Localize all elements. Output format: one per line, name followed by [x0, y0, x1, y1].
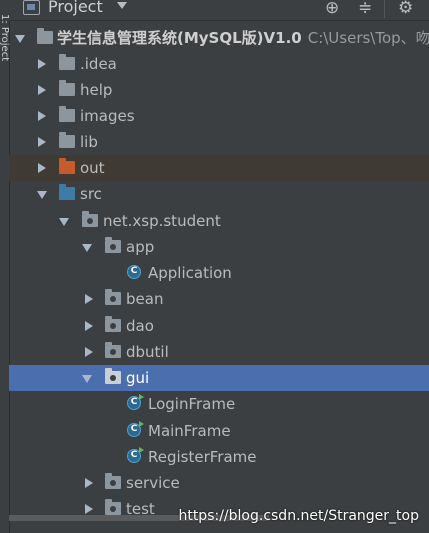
folder-icon	[59, 80, 75, 96]
tree-row-gui[interactable]: gui	[9, 365, 429, 391]
package-icon	[105, 342, 121, 358]
expand-arrow-icon[interactable]	[82, 375, 92, 383]
tree-label-loginframe: LoginFrame	[148, 395, 236, 413]
gear-icon[interactable]: ⚙	[398, 0, 413, 18]
package-icon	[105, 368, 121, 384]
folder-icon	[59, 54, 75, 70]
tree-label-gui: gui	[126, 369, 150, 387]
tree-label-registerframe: RegisterFrame	[148, 448, 257, 466]
expand-arrow-icon[interactable]	[85, 347, 93, 357]
collapse-all-icon[interactable]: ≑	[358, 0, 372, 18]
tree-row-mainframe[interactable]: C MainFrame	[9, 418, 429, 444]
tree-label-mainframe: MainFrame	[148, 422, 231, 440]
expand-arrow-icon[interactable]	[85, 321, 93, 331]
tree-row-src[interactable]: src	[9, 181, 429, 207]
package-icon	[105, 473, 121, 489]
tree-label-dbutil: dbutil	[126, 343, 169, 361]
package-icon	[105, 237, 121, 253]
toolbar-divider	[384, 0, 385, 18]
package-icon	[105, 289, 121, 305]
tree-row-application[interactable]: C Application	[9, 260, 429, 286]
expand-arrow-icon[interactable]	[85, 294, 93, 304]
chevron-down-icon[interactable]	[117, 2, 127, 9]
expand-arrow-icon[interactable]	[38, 85, 46, 95]
expand-arrow-icon[interactable]	[85, 478, 93, 488]
tree-label-help: help	[80, 81, 113, 99]
root-label: 学生信息管理系统(MySQL版)V1.0 C:\Users\Top、吻痕	[57, 25, 429, 51]
expand-arrow-icon[interactable]	[15, 35, 25, 43]
package-icon	[105, 316, 121, 332]
tree-row-out[interactable]: out	[9, 155, 429, 181]
class-icon: C	[127, 265, 141, 279]
project-toolbar: Project ⊕ ≑ ⚙	[9, 0, 429, 21]
excluded-folder-icon	[59, 158, 75, 174]
tree-row-lib[interactable]: lib	[9, 129, 429, 155]
tree-row-service[interactable]: service	[9, 470, 429, 496]
runnable-class-icon: C	[127, 394, 144, 410]
tree-label-package: net.xsp.student	[103, 212, 221, 230]
project-view-icon	[23, 0, 40, 15]
tree-row-package[interactable]: net.xsp.student	[9, 208, 429, 234]
tree-label-dao: dao	[126, 317, 154, 335]
tree-label-bean: bean	[126, 290, 164, 308]
tree-row-loginframe[interactable]: C LoginFrame	[9, 391, 429, 417]
tree-row-dao[interactable]: dao	[9, 313, 429, 339]
locate-icon[interactable]: ⊕	[325, 0, 339, 18]
runnable-class-icon: C	[127, 447, 144, 463]
source-folder-icon	[59, 184, 75, 200]
tree-row-idea[interactable]: .idea	[9, 51, 429, 77]
package-icon	[105, 499, 121, 515]
tree-row-bean[interactable]: bean	[9, 286, 429, 312]
expand-arrow-icon[interactable]	[38, 111, 46, 121]
tree-label-application: Application	[148, 264, 232, 282]
root-path: C:\Users\Top、吻痕	[307, 29, 429, 47]
module-folder-icon	[37, 28, 53, 44]
tree-row-root[interactable]: 学生信息管理系统(MySQL版)V1.0 C:\Users\Top、吻痕	[9, 25, 429, 51]
package-icon	[82, 211, 98, 227]
folder-icon	[59, 106, 75, 122]
root-name: 学生信息管理系统(MySQL版)V1.0	[57, 29, 302, 47]
tree-label-service: service	[126, 474, 180, 492]
expand-arrow-icon[interactable]	[38, 137, 46, 147]
expand-arrow-icon[interactable]	[59, 218, 69, 226]
folder-icon	[59, 132, 75, 148]
tree-row-registerframe[interactable]: C RegisterFrame	[9, 444, 429, 470]
expand-arrow-icon[interactable]	[82, 244, 92, 252]
tree-label-src: src	[80, 185, 102, 203]
tree-row-help[interactable]: help	[9, 77, 429, 103]
tree-label-lib: lib	[80, 133, 98, 151]
tree-label-app: app	[126, 238, 155, 256]
tree-label-images: images	[80, 107, 135, 125]
tree-label-idea: .idea	[80, 55, 117, 73]
expand-arrow-icon[interactable]	[38, 163, 46, 173]
tree-row-images[interactable]: images	[9, 103, 429, 129]
tree-row-dbutil[interactable]: dbutil	[9, 339, 429, 365]
expand-arrow-icon[interactable]	[38, 59, 46, 69]
project-title[interactable]: Project	[48, 0, 103, 16]
tree-row-app[interactable]: app	[9, 234, 429, 260]
tree-label-out: out	[80, 159, 105, 177]
expand-arrow-icon[interactable]	[85, 504, 93, 514]
runnable-class-icon: C	[127, 421, 144, 437]
expand-arrow-icon[interactable]	[37, 191, 47, 199]
watermark: https://blog.csdn.net/Stranger_top	[178, 508, 419, 524]
